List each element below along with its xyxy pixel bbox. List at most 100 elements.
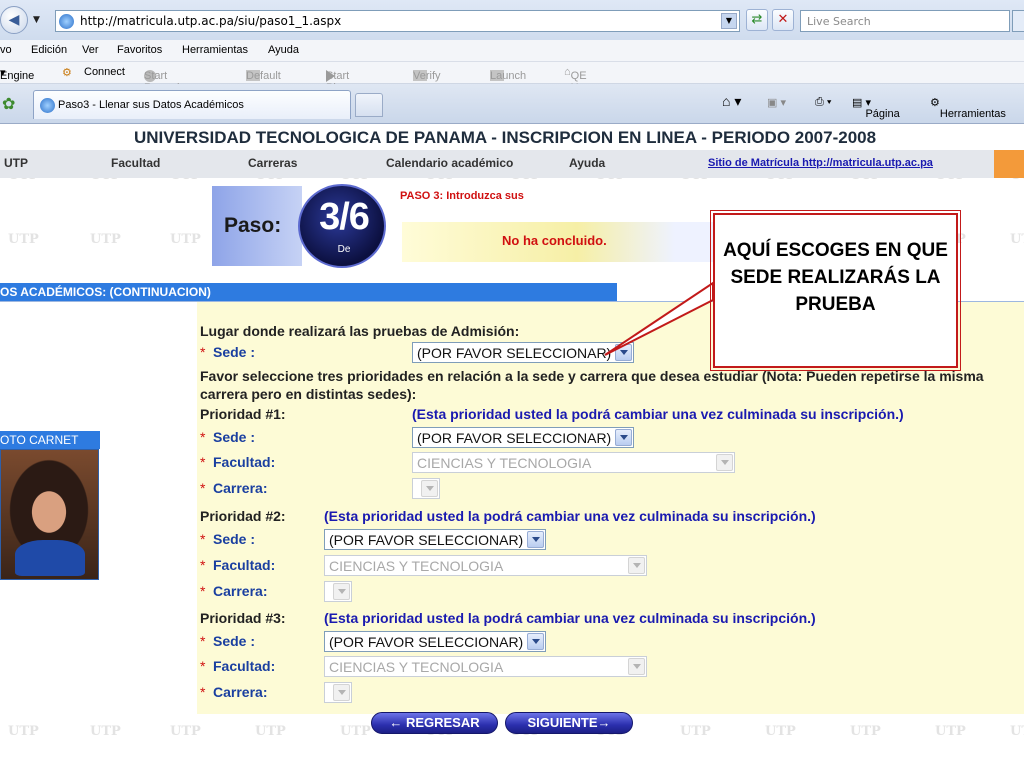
step-de: De [337, 244, 351, 255]
required-mark: * [200, 531, 206, 547]
page-title: UNIVERSIDAD TECNOLOGICA DE PANAMA - INSC… [133, 128, 877, 147]
default-button[interactable]: Default ▾ [246, 66, 281, 82]
photo-header-label: OTO CARNET [0, 433, 79, 447]
required-mark: * [200, 557, 206, 573]
stop-icon[interactable]: ✕ [772, 9, 794, 31]
priority-1-facultad-value: CIENCIAS Y TECNOLOGIA [417, 455, 592, 471]
required-mark: * [200, 583, 206, 599]
priority-1-facultad-select[interactable]: CIENCIAS Y TECNOLOGIA [412, 452, 735, 473]
watermark-logo: UTP [1010, 724, 1024, 739]
step-number: 3/6 [319, 196, 370, 238]
nav-ayuda[interactable]: Ayuda [569, 156, 605, 170]
priority-2-sede-select[interactable]: (POR FAVOR SELECCIONAR) [324, 529, 546, 550]
priority-1-facultad-label: Facultad: [213, 454, 276, 470]
chevron-down-icon[interactable] [716, 454, 733, 471]
priority-1-title: Prioridad #1: [200, 406, 286, 422]
search-input[interactable]: Live Search [800, 10, 1010, 32]
qe-home-button[interactable]: ⌂ QE Home [564, 66, 600, 94]
chevron-down-icon[interactable] [628, 557, 645, 574]
priority-3-carrera-select[interactable] [324, 682, 352, 703]
favorites-star-icon[interactable]: ✿ [2, 94, 15, 113]
step-indicator: 3/6 De [298, 184, 386, 268]
priority-2-facultad-label: Facultad: [213, 557, 276, 573]
next-button[interactable]: SIGUIENTE→ [505, 712, 633, 734]
menu-ayuda[interactable]: Ayuda [268, 44, 299, 56]
chevron-down-icon[interactable] [615, 344, 632, 361]
required-mark: * [200, 454, 206, 470]
watermark-logo: UTP [765, 724, 796, 739]
address-url: http://matricula.utp.ac.pa/siu/paso1_1.a… [80, 14, 342, 28]
chevron-down-icon[interactable] [333, 684, 350, 701]
priority-2-carrera-select[interactable] [324, 581, 352, 602]
watermark-logo: UTP [255, 724, 286, 739]
nav-utp[interactable]: UTP [4, 156, 28, 170]
search-placeholder: Live Search [807, 15, 871, 28]
history-dropdown-icon[interactable]: ▼ [33, 15, 40, 25]
required-mark: * [200, 480, 206, 496]
priority-2-carrera-label: Carrera: [213, 583, 268, 599]
watermark-logo: UTP [90, 232, 121, 247]
priority-2-sede-label: Sede : [213, 531, 256, 547]
watermark-logo: UTP [8, 232, 39, 247]
refresh-icon[interactable]: ⇄ [746, 9, 768, 31]
chevron-down-icon[interactable] [615, 429, 632, 446]
priority-2-facultad-select[interactable]: CIENCIAS Y TECNOLOGIA [324, 555, 647, 576]
priority-3-sede-label: Sede : [213, 633, 256, 649]
step-title: PASO 3: Introduzca sus [400, 190, 524, 202]
priority-3-facultad-select[interactable]: CIENCIAS Y TECNOLOGIA [324, 656, 647, 677]
instructions-line-1: Favor seleccione tres prioridades en rel… [200, 368, 984, 384]
step-label: Paso: [224, 214, 282, 237]
engine-label: Engine [0, 70, 35, 82]
home-icon[interactable]: ⌂ ▾ [722, 93, 741, 110]
required-mark: * [200, 684, 206, 700]
watermark-logo: UTP [170, 232, 201, 247]
chevron-down-icon[interactable] [527, 633, 544, 650]
watermark-logo: UTP [340, 724, 371, 739]
engine-menu[interactable]: Engine ▾ [0, 66, 34, 82]
section-header: OS ACADÉMICOS: (CONTINUACION) [0, 283, 617, 301]
tab-active[interactable]: Paso3 - Llenar sus Datos Académicos [33, 90, 351, 119]
feeds-icon[interactable]: ▣ ▾ [767, 96, 786, 109]
priority-3-facultad-value: CIENCIAS Y TECNOLOGIA [329, 659, 504, 675]
nav-carreras[interactable]: Carreras [248, 156, 297, 170]
step-banner-left: Paso: [212, 186, 302, 266]
chevron-down-icon[interactable] [421, 480, 438, 497]
address-dropdown-icon[interactable]: ▼ [721, 13, 737, 29]
nav-calendario[interactable]: Calendario académico [386, 156, 513, 170]
tools-menu[interactable]: ⚙ Herramientas [930, 96, 1006, 120]
nav-facultad[interactable]: Facultad [111, 156, 160, 170]
address-bar[interactable]: http://matricula.utp.ac.pa/siu/paso1_1.a… [55, 10, 740, 32]
priority-1-sede-select[interactable]: (POR FAVOR SELECCIONAR) [412, 427, 634, 448]
priority-2-note: (Esta prioridad usted la podrá cambiar u… [324, 508, 816, 524]
chevron-down-icon[interactable] [333, 583, 350, 600]
menu-ver[interactable]: Ver [82, 44, 99, 56]
page-menu[interactable]: ▤ Página ▾ [852, 96, 900, 120]
new-tab-button[interactable] [355, 93, 383, 117]
menu-archivo[interactable]: vo [0, 44, 12, 56]
chevron-down-icon[interactable] [527, 531, 544, 548]
chevron-down-icon[interactable] [628, 658, 645, 675]
browser-chrome: ◀ ▼ http://matricula.utp.ac.pa/siu/paso1… [0, 0, 1024, 124]
required-mark: * [200, 344, 206, 360]
priority-3-sede-select[interactable]: (POR FAVOR SELECCIONAR) [324, 631, 546, 652]
priority-2-title: Prioridad #2: [200, 508, 286, 524]
admission-sede-value: (POR FAVOR SELECCIONAR) [417, 345, 612, 361]
back-arrow-icon[interactable]: ◀ [0, 6, 28, 34]
admission-sede-select[interactable]: (POR FAVOR SELECCIONAR) [412, 342, 634, 363]
back-button[interactable]: ← REGRESAR [371, 712, 498, 734]
connect-button[interactable]: Connect [84, 66, 125, 78]
instructions-line-2: carrera pero en distintas sedes): [200, 386, 417, 402]
nav-matricula-link[interactable]: Sitio de Matrícula http://matricula.utp.… [708, 157, 933, 169]
priority-1-carrera-select[interactable] [412, 478, 440, 499]
priority-1-sede-value: (POR FAVOR SELECCIONAR) [417, 430, 612, 446]
priority-1-sede-label: Sede : [213, 429, 256, 445]
menu-edicion[interactable]: Edición [31, 44, 67, 56]
menu-favoritos[interactable]: Favoritos [117, 44, 162, 56]
priority-3-note: (Esta prioridad usted la podrá cambiar u… [324, 610, 816, 626]
print-icon[interactable]: ⎙ ▾ [815, 96, 831, 109]
verify-button[interactable]: Verify ▾ [413, 66, 441, 82]
search-go-icon[interactable] [1012, 10, 1024, 32]
site-nav: UTP Facultad Carreras Calendario académi… [0, 150, 1024, 178]
menu-herramientas[interactable]: Herramientas [182, 44, 248, 56]
watermark-logo: UTP [680, 724, 711, 739]
